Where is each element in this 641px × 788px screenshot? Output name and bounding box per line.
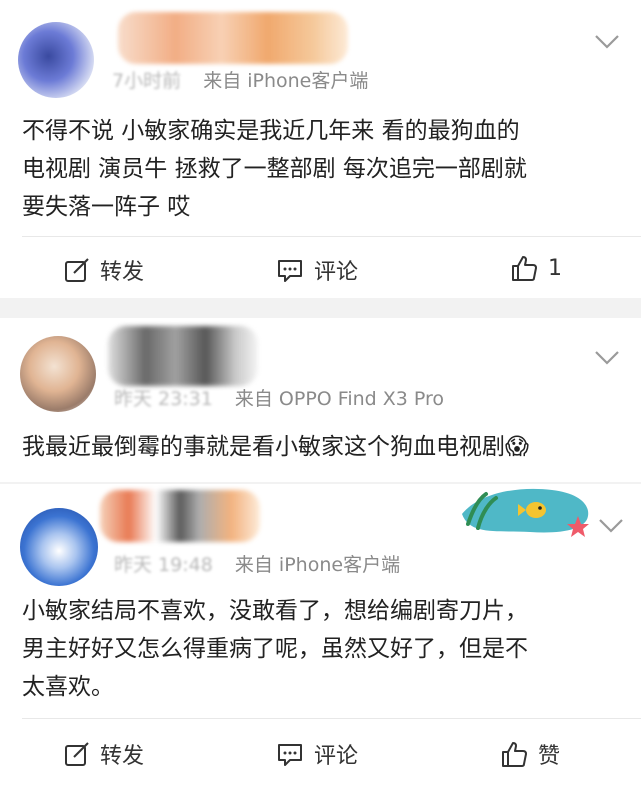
username-redacted[interactable] [118, 12, 348, 64]
post-content: 小敏家结局不喜欢，没敢看了，想给编剧寄刀片， 男主好好又怎么得重病了呢，虽然又好… [22, 598, 528, 700]
repost-button[interactable]: 转发 [64, 738, 144, 770]
chevron-down-icon[interactable] [592, 32, 622, 52]
chevron-down-icon[interactable] [596, 516, 626, 536]
divider [22, 718, 641, 719]
username-redacted[interactable] [108, 326, 258, 386]
repost-button[interactable]: 转发 [64, 254, 144, 286]
post-content: 不得不说 小敏家确实是我近几年来 看的最狗血的 电视剧 演员牛 拯救了一整部剧 … [22, 118, 527, 220]
repost-label: 转发 [100, 260, 145, 285]
post-source[interactable]: 来自 iPhone客户端 [203, 70, 368, 92]
fan-badge-icon [462, 488, 589, 537]
avatar[interactable] [20, 508, 98, 586]
post-card-2: 昨天 23:31 来自 OPPO Find X3 Pro 我最近最倒霉的事就是看… [0, 318, 641, 482]
like-button[interactable]: 赞 [500, 738, 560, 770]
repost-label: 转发 [100, 744, 145, 769]
post-content: 我最近最倒霉的事就是看小敏家这个狗血电视剧😱 [22, 434, 529, 460]
comment-label: 评论 [314, 744, 359, 769]
thumbs-up-icon [512, 256, 537, 281]
post-card-1: 7小时前 来自 iPhone客户端 不得不说 小敏家确实是我近几年来 看的最狗血… [0, 0, 641, 298]
post-card-3: 昨天 19:48 来自 iPhone客户端 小敏家结局不喜欢，没敢看了，想给编剧… [0, 484, 641, 788]
edit-square-icon [65, 742, 89, 766]
comment-bubble-icon [278, 260, 302, 282]
post-meta: 昨天 19:48 来自 iPhone客户端 [114, 550, 400, 577]
username-redacted[interactable] [100, 490, 260, 542]
post-time: 7小时前 [112, 70, 182, 92]
like-count: 1 [548, 255, 562, 281]
avatar[interactable] [18, 22, 94, 98]
like-label: 赞 [538, 744, 561, 769]
comment-label: 评论 [314, 260, 359, 285]
comment-bubble-icon [278, 744, 302, 766]
post-source[interactable]: 来自 iPhone客户端 [235, 554, 400, 576]
post-meta: 7小时前 来自 iPhone客户端 [112, 66, 368, 93]
post-time: 昨天 19:48 [114, 554, 213, 576]
post-meta: 昨天 23:31 来自 OPPO Find X3 Pro [114, 384, 444, 411]
comment-button[interactable]: 评论 [276, 254, 358, 286]
post-source[interactable]: 来自 OPPO Find X3 Pro [235, 388, 444, 410]
avatar[interactable] [20, 336, 96, 412]
comment-button[interactable]: 评论 [276, 738, 358, 770]
chevron-down-icon[interactable] [592, 348, 622, 368]
edit-square-icon [65, 258, 89, 282]
thumbs-up-icon [502, 742, 527, 767]
post-time: 昨天 23:31 [114, 388, 213, 410]
divider [22, 236, 641, 237]
like-button[interactable]: 1 [510, 254, 562, 282]
